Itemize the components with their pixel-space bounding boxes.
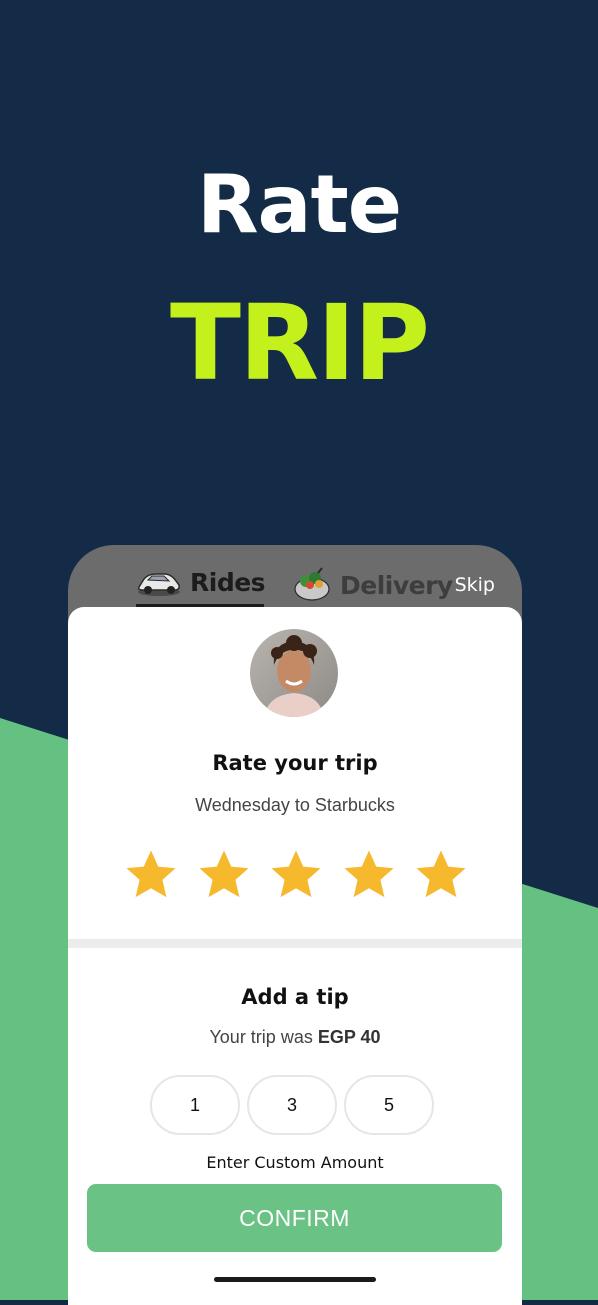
food-bowl-icon <box>294 567 330 601</box>
star-icon[interactable] <box>413 847 469 903</box>
star-icon[interactable] <box>123 847 179 903</box>
phone-mockup: Rides Delivery Skip Rate your trip Wedne… <box>68 545 522 1305</box>
trip-fare-label: Your trip was <box>209 1027 313 1047</box>
driver-avatar <box>250 629 338 717</box>
custom-amount-link[interactable]: Enter Custom Amount <box>68 1153 522 1172</box>
star-icon[interactable] <box>196 847 252 903</box>
service-tab-bar: Rides Delivery Skip <box>68 545 522 609</box>
hero-title-rate: Rate <box>196 158 402 251</box>
star-icon[interactable] <box>268 847 324 903</box>
tab-delivery[interactable]: Delivery <box>292 567 453 603</box>
trip-description: Wednesday to Starbucks <box>195 795 395 815</box>
rate-trip-sheet: Rate your trip Wednesday to Starbucks Ad… <box>68 607 522 1305</box>
trip-fare-text: Your trip was EGP 40 <box>68 1027 522 1048</box>
home-indicator <box>214 1277 376 1282</box>
tab-delivery-label: Delivery <box>340 570 453 600</box>
star-rating <box>123 847 469 903</box>
add-tip-title: Add a tip <box>241 985 349 1009</box>
confirm-button[interactable]: CONFIRM <box>87 1184 502 1252</box>
skip-button[interactable]: Skip <box>455 574 495 596</box>
car-icon <box>138 573 180 596</box>
tip-option-3[interactable]: 3 <box>247 1075 337 1135</box>
tab-rides-label: Rides <box>190 567 266 597</box>
hero-title-trip: TRIP <box>170 282 430 404</box>
rate-trip-title: Rate your trip <box>212 751 378 775</box>
tip-options: 1 3 5 <box>150 1075 440 1135</box>
tip-option-5[interactable]: 5 <box>344 1075 434 1135</box>
tip-option-1[interactable]: 1 <box>150 1075 240 1135</box>
section-divider <box>68 939 522 948</box>
trip-fare-amount: EGP 40 <box>317 1027 381 1047</box>
tab-rides[interactable]: Rides <box>136 567 266 597</box>
star-icon[interactable] <box>341 847 397 903</box>
